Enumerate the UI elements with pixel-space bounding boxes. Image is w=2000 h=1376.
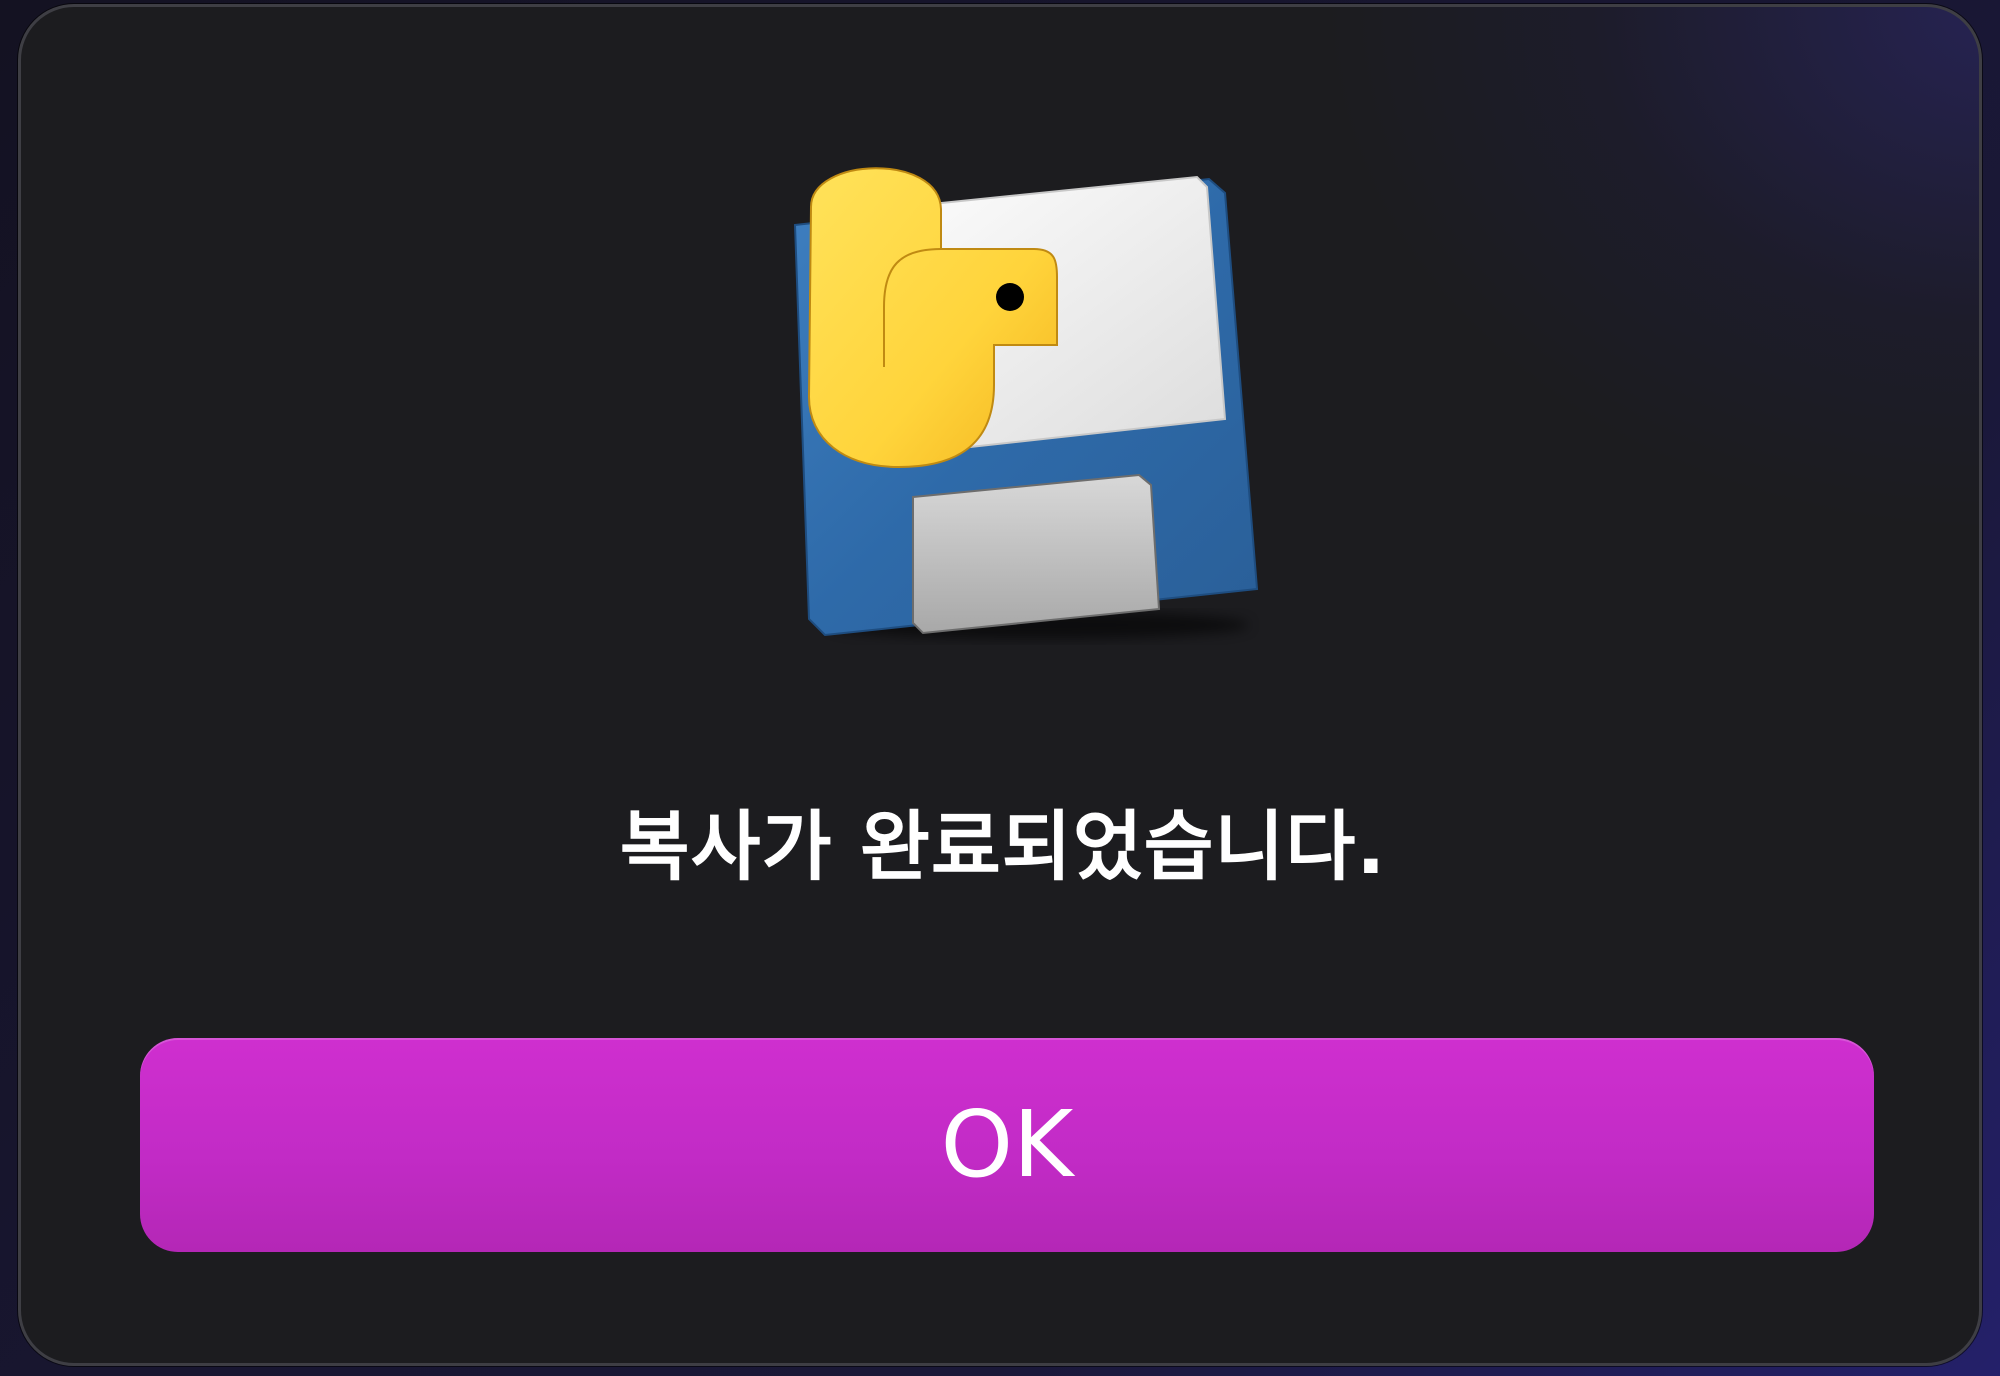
python-floppy-disk-icon [793, 167, 1259, 639]
dialog-message: 복사가 완료되었습니다. [619, 802, 1387, 891]
alert-dialog: 복사가 완료되었습니다. OK [18, 4, 1982, 1366]
ok-button[interactable]: OK [140, 1038, 1874, 1252]
